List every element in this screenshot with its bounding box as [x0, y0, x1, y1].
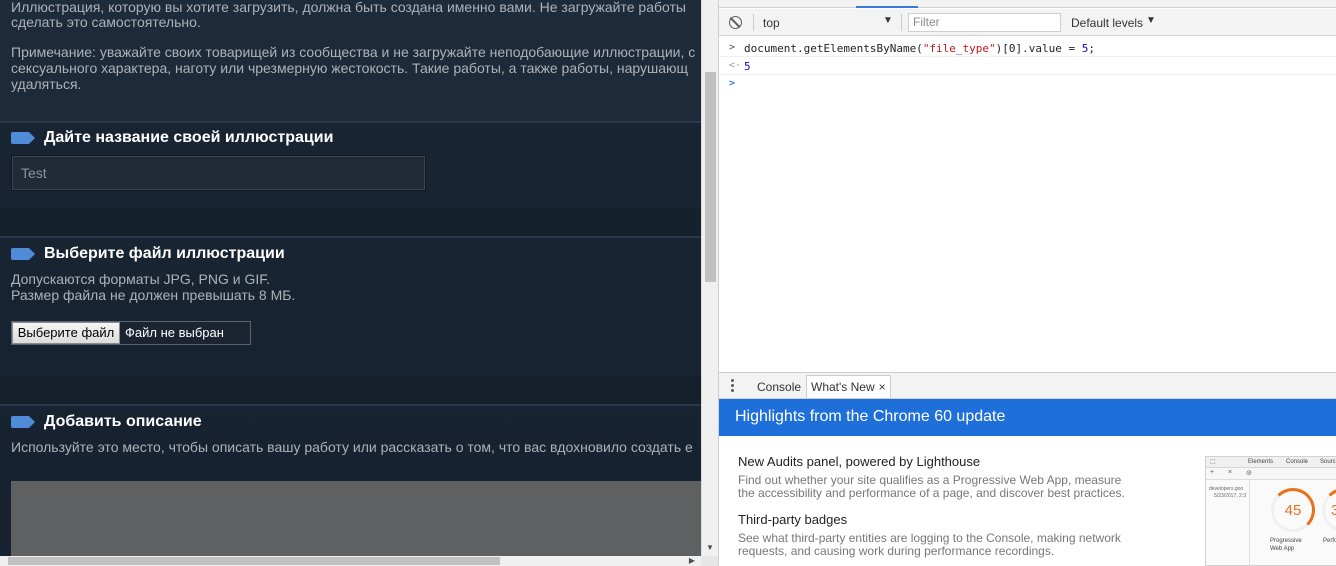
title-section-heading: Дайте название своей иллюстрации	[44, 129, 334, 146]
choose-file-button[interactable]: Выберите файл	[12, 322, 120, 344]
console-result: 5	[744, 60, 751, 73]
feature-description: requests, and causing work during perfor…	[738, 544, 1055, 558]
thumbnail-tab: Elements	[1248, 459, 1274, 465]
scrollbar-thumb[interactable]	[705, 72, 716, 282]
score-gauge: 45	[1271, 488, 1315, 532]
artwork-upload-page: Иллюстрация, которую вы хотите загрузить…	[0, 0, 701, 556]
thumbnail-tab: Console	[1286, 459, 1309, 465]
result-arrow-icon: <·	[729, 60, 742, 71]
page-vertical-scrollbar[interactable]: ▼	[701, 0, 718, 556]
scroll-down-arrow-icon[interactable]: ▼	[706, 543, 714, 552]
feature-title[interactable]: New Audits panel, powered by Lighthouse	[738, 454, 980, 469]
feature-title[interactable]: Third-party badges	[738, 512, 847, 527]
feature-description: the accessibility and performance of a p…	[738, 486, 1125, 500]
thumbnail-tabbar: ⬚ Elements Console Sourc	[1206, 457, 1336, 468]
devtools-tabstrip	[719, 0, 1336, 8]
dropdown-arrow-icon[interactable]: ▼	[883, 15, 893, 26]
gauge-score: 3	[1331, 502, 1336, 519]
close-icon[interactable]: ×	[879, 380, 886, 394]
active-tab-indicator	[856, 6, 918, 8]
intro-text-line: Иллюстрация, которую вы хотите загрузить…	[11, 0, 686, 15]
block-icon: ⊘	[1246, 470, 1252, 477]
gauge-caption: Perfo	[1323, 538, 1336, 544]
inspect-icon: ⬚	[1210, 459, 1216, 465]
size-limit-text: Размер файла не должен превышать 8 МБ.	[11, 287, 296, 303]
title-section-header: Дайте название своей иллюстрации	[11, 127, 333, 149]
tab-console[interactable]: Console	[757, 380, 801, 394]
gauge-caption: Progressive Web App	[1270, 538, 1302, 552]
section-spacer	[0, 376, 701, 404]
section-divider	[0, 236, 701, 238]
description-section-header: Добавить описание	[11, 411, 202, 433]
score-gauge: 3	[1322, 488, 1336, 532]
scrollbar-corner	[701, 556, 718, 566]
console-prompt-row[interactable]: >	[719, 75, 1336, 93]
drawer-menu-icon[interactable]	[731, 379, 735, 393]
description-section-heading: Добавить описание	[44, 413, 202, 430]
toolbar-divider	[901, 14, 902, 31]
log-levels-dropdown[interactable]: Default levels	[1071, 16, 1143, 30]
drawer-tabbar: Console What's New ×	[719, 372, 1336, 399]
thumbnail-date: 5/23/2017, 2:3	[1214, 493, 1246, 499]
note-text-line: Примечание: уважайте своих товарищей из …	[11, 44, 696, 60]
devtools-panel: top ▼ Filter Default levels ▼ > document…	[718, 0, 1336, 566]
thumbnail-site: developers.goo	[1209, 486, 1244, 492]
thumbnail-sidebar: developers.goo 5/23/2017, 2:3	[1206, 480, 1250, 565]
note-text-line: удаляться.	[11, 76, 82, 92]
artwork-title-input[interactable]: Test	[11, 155, 426, 191]
console-output[interactable]: > document.getElementsByName("file_type"…	[719, 37, 1336, 371]
plus-icon: +	[1210, 469, 1215, 476]
tab-whats-new[interactable]: What's New ×	[806, 375, 891, 398]
scrollbar-thumb[interactable]	[8, 557, 500, 565]
input-prompt-icon: >	[729, 42, 736, 53]
tag-icon	[11, 132, 35, 144]
console-result-row: <· 5	[719, 57, 1336, 75]
whats-new-body: New Audits panel, powered by Lighthouse …	[719, 436, 1336, 566]
section-divider	[0, 404, 701, 406]
page-horizontal-scrollbar[interactable]: ▶	[0, 556, 701, 566]
clear-console-icon[interactable]	[729, 16, 742, 29]
tag-icon	[11, 248, 35, 260]
file-section-heading: Выберите файл иллюстрации	[44, 245, 285, 262]
section-divider	[0, 121, 701, 123]
dropdown-arrow-icon[interactable]: ▼	[1146, 15, 1156, 26]
formats-text: Допускаются форматы JPG, PNG и GIF.	[11, 271, 271, 287]
file-section-header: Выберите файл иллюстрации	[11, 243, 285, 265]
console-input-row: > document.getElementsByName("file_type"…	[719, 39, 1336, 57]
whats-new-header: Highlights from the Chrome 60 update	[719, 399, 1336, 436]
console-toolbar: top ▼ Filter Default levels ▼	[719, 9, 1336, 36]
console-filter-input[interactable]: Filter	[908, 13, 1061, 32]
no-file-label: Файл не выбран	[120, 322, 250, 344]
feature-screenshot: ⬚ Elements Console Sourc + × ⊘ developer…	[1205, 456, 1336, 566]
tag-icon	[11, 416, 35, 428]
file-input[interactable]: Выберите файл Файл не выбран	[11, 321, 251, 345]
tab-whats-new-label: What's New	[811, 380, 875, 394]
prompt-caret-icon: >	[729, 78, 736, 89]
gauge-score: 45	[1284, 502, 1302, 519]
console-command: document.getElementsByName("file_type")[…	[744, 42, 1096, 55]
scroll-right-arrow-icon[interactable]: ▶	[689, 556, 695, 566]
intro-text-line: сделать это самостоятельно.	[11, 14, 201, 30]
description-textarea[interactable]	[11, 481, 701, 556]
note-text-line: сексуального характера, наготу или чрезм…	[11, 60, 689, 76]
context-selector[interactable]: top	[763, 16, 780, 30]
toolbar-divider	[753, 14, 754, 31]
whats-new-title: Highlights from the Chrome 60 update	[735, 408, 1006, 425]
thumbnail-tab: Sourc	[1320, 459, 1336, 465]
section-spacer	[0, 208, 701, 236]
close-icon: ×	[1228, 469, 1233, 476]
thumbnail-toolbar: + × ⊘	[1206, 468, 1336, 480]
description-hint: Используйте это место, чтобы описать ваш…	[11, 439, 693, 455]
